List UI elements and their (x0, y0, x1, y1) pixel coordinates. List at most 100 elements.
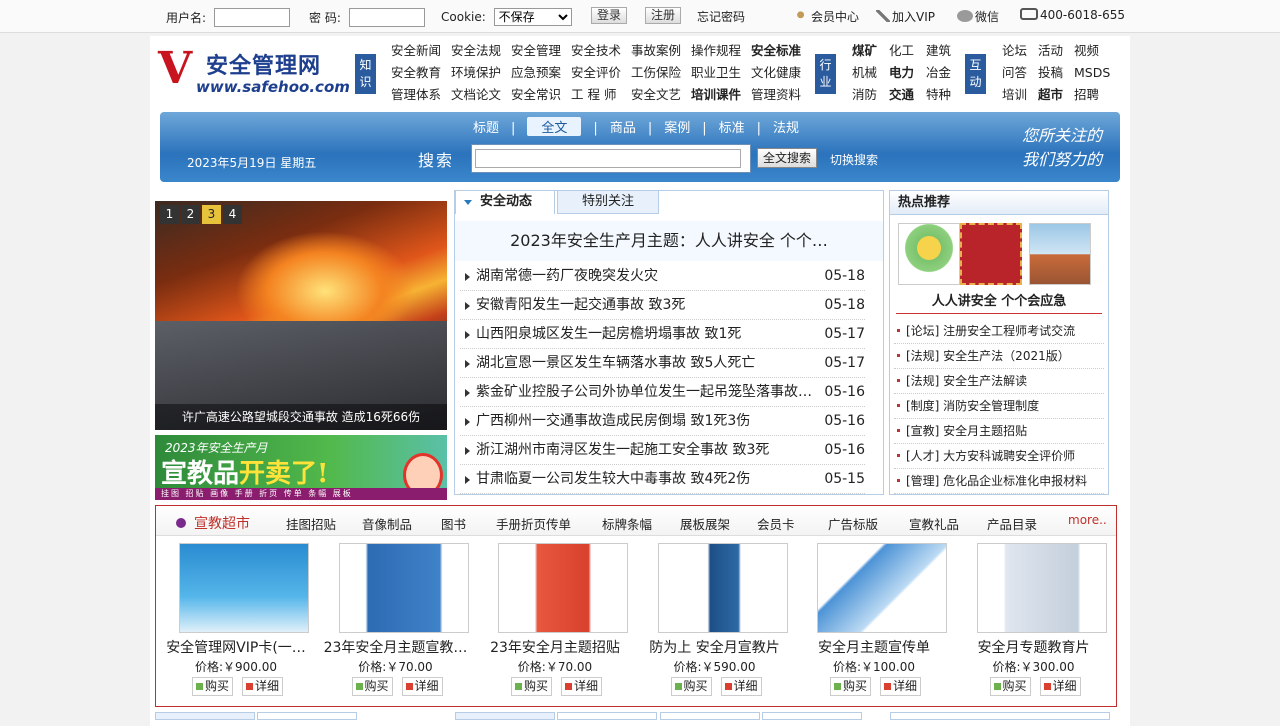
product-name[interactable]: 23年安全月主题宣教… (316, 637, 476, 657)
buy-button[interactable]: 购买 (830, 677, 872, 696)
switch-search-link[interactable]: 切换搜索 (830, 151, 878, 168)
search-tab-5[interactable]: 法规 (773, 117, 799, 136)
tab-safety-news[interactable]: 安全动态 (455, 190, 555, 214)
product-image[interactable] (179, 543, 309, 633)
product-image[interactable] (817, 543, 947, 633)
hot-item[interactable]: [法规] 安全生产法（2021版） (894, 344, 1104, 369)
nav-link-b-0[interactable]: 煤矿 (852, 40, 877, 62)
slide-page-2[interactable]: 2 (181, 205, 200, 224)
nav-link-c-4[interactable]: 投稿 (1038, 62, 1063, 84)
shop-category-2[interactable]: 图书 (441, 514, 466, 533)
product-image[interactable] (976, 543, 1107, 633)
shop-category-4[interactable]: 标牌条幅 (602, 514, 652, 533)
news-title[interactable]: 湖北宣恩一景区发生车辆落水事故 致5人死亡 (476, 349, 816, 378)
shop-more-link[interactable]: more.. (1068, 513, 1107, 527)
nav-link-a-0[interactable]: 安全新闻 (391, 40, 441, 62)
product-name[interactable]: 安全管理网VIP卡(一… (156, 637, 316, 657)
news-item[interactable]: 湖北宣恩一景区发生车辆落水事故 致5人死亡 05-17 (460, 349, 865, 378)
nav-link-a-13[interactable]: 文化健康 (751, 62, 801, 84)
nav-link-a-16[interactable]: 安全常识 (511, 84, 561, 106)
nav-link-a-5[interactable]: 操作规程 (691, 40, 741, 62)
nav-link-c-7[interactable]: 超市 (1038, 84, 1063, 106)
hot-item[interactable]: [论坛] 注册安全工程师考试交流 (894, 319, 1104, 344)
nav-link-a-15[interactable]: 文档论文 (451, 84, 501, 106)
nav-link-b-3[interactable]: 机械 (852, 62, 877, 84)
nav-link-a-18[interactable]: 安全文艺 (631, 84, 681, 106)
nav-link-b-6[interactable]: 消防 (852, 84, 877, 106)
detail-button[interactable]: 详细 (242, 677, 284, 696)
hot-caption[interactable]: 人人讲安全 个个会应急 (890, 290, 1108, 309)
register-button[interactable]: 注册 (645, 7, 682, 24)
news-item[interactable]: 紫金矿业控股子公司外协单位发生一起吊笼坠落事故… 05-16 (460, 378, 865, 407)
buy-button[interactable]: 购买 (989, 677, 1031, 696)
search-tab-2[interactable]: 商品 (610, 117, 636, 136)
product-name[interactable]: 安全月主题宣传单 (794, 637, 954, 657)
search-tab-4[interactable]: 标准 (719, 117, 745, 136)
nav-link-a-12[interactable]: 职业卫生 (691, 62, 741, 84)
search-tab-3[interactable]: 案例 (664, 117, 690, 136)
nav-link-a-1[interactable]: 安全法规 (451, 40, 501, 62)
news-title[interactable]: 紫金矿业控股子公司外协单位发生一起吊笼坠落事故… (476, 378, 816, 407)
nav-link-a-3[interactable]: 安全技术 (571, 40, 621, 62)
nav-link-a-20[interactable]: 管理资料 (751, 84, 801, 106)
product-name[interactable]: 23年安全月主题招贴 (475, 637, 635, 657)
nav-link-a-9[interactable]: 应急预案 (511, 62, 561, 84)
product-image[interactable] (498, 543, 628, 633)
join-vip-link[interactable]: 加入VIP (892, 10, 935, 24)
nav-link-a-10[interactable]: 安全评价 (571, 62, 621, 84)
login-button[interactable]: 登录 (591, 7, 628, 24)
shop-title[interactable]: 宣教超市 (176, 513, 250, 533)
bottom-tab-3[interactable] (455, 712, 555, 720)
nav-link-c-2[interactable]: 视频 (1074, 40, 1099, 62)
search-tab-1[interactable]: 全文 (527, 117, 582, 136)
news-headline[interactable]: 2023年安全生产月主题：人人讲安全 个个… (455, 221, 883, 261)
nav-link-b-4[interactable]: 电力 (889, 62, 914, 84)
site-logo[interactable]: V 安全管理网 www.safehoo.com (158, 46, 350, 98)
hot-item[interactable]: [宣教] 安全月主题招贴 (894, 419, 1104, 444)
hot-image-1[interactable] (898, 223, 960, 285)
news-title[interactable]: 安徽青阳发生一起交通事故 致3死 (476, 291, 816, 320)
tab-special-focus[interactable]: 特别关注 (557, 190, 659, 214)
buy-button[interactable]: 购买 (351, 677, 393, 696)
search-input[interactable] (475, 149, 741, 168)
bottom-tab-6[interactable] (762, 712, 862, 720)
detail-button[interactable]: 详细 (720, 677, 762, 696)
password-input[interactable] (348, 8, 425, 27)
promo-banner[interactable]: 2023年安全生产月 宣教品开卖了! 挂图 招贴 画像 手册 折页 传单 条幅 … (155, 435, 447, 500)
nav-link-a-11[interactable]: 工伤保险 (631, 62, 681, 84)
nav-link-a-8[interactable]: 环境保护 (451, 62, 501, 84)
slide-page-4[interactable]: 4 (223, 205, 242, 224)
shop-category-0[interactable]: 挂图招贴 (286, 514, 336, 533)
nav-link-c-1[interactable]: 活动 (1038, 40, 1063, 62)
nav-link-a-7[interactable]: 安全教育 (391, 62, 441, 84)
shop-category-6[interactable]: 会员卡 (757, 514, 795, 533)
hot-item[interactable]: [人才] 大方安科诚聘安全评价师 (894, 444, 1104, 469)
nav-link-a-17[interactable]: 工 程 师 (571, 84, 616, 106)
shop-category-1[interactable]: 音像制品 (362, 514, 412, 533)
news-title[interactable]: 山西阳泉城区发生一起房檐坍塌事故 致1死 (476, 320, 816, 349)
cookie-select[interactable]: 不保存 (493, 8, 572, 26)
product-name[interactable]: 防为上 安全月宣教片 (635, 637, 795, 657)
slide-page-1[interactable]: 1 (160, 205, 179, 224)
product-name[interactable]: 安全月专题教育片 (954, 637, 1114, 657)
nav-link-a-6[interactable]: 安全标准 (751, 40, 801, 62)
nav-link-c-6[interactable]: 培训 (1002, 84, 1027, 106)
bottom-tab-2[interactable] (257, 712, 357, 720)
username-input[interactable] (213, 8, 290, 27)
hot-item[interactable]: [法规] 安全生产法解读 (894, 369, 1104, 394)
hot-item[interactable]: [管理] 危化品企业标准化申报材料 (894, 469, 1104, 494)
detail-button[interactable]: 详细 (1039, 677, 1081, 696)
nav-link-b-8[interactable]: 特种 (926, 84, 951, 106)
hot-item[interactable]: [制度] 消防安全管理制度 (894, 394, 1104, 419)
nav-link-a-14[interactable]: 管理体系 (391, 84, 441, 106)
nav-link-c-5[interactable]: MSDS (1074, 62, 1110, 84)
nav-link-c-3[interactable]: 问答 (1002, 62, 1027, 84)
news-item[interactable]: 湖南常德一药厂夜晚突发火灾 05-18 (460, 262, 865, 291)
bottom-tab-5[interactable] (660, 712, 760, 720)
nav-link-b-7[interactable]: 交通 (889, 84, 914, 106)
news-item[interactable]: 浙江湖州市南浔区发生一起施工安全事故 致3死 05-16 (460, 436, 865, 465)
product-image[interactable] (338, 543, 469, 633)
member-center-link[interactable]: 会员中心 (811, 10, 859, 24)
news-title[interactable]: 广西柳州一交通事故造成民房倒塌 致1死3伤 (476, 407, 816, 436)
bottom-tab-1[interactable] (155, 712, 255, 720)
